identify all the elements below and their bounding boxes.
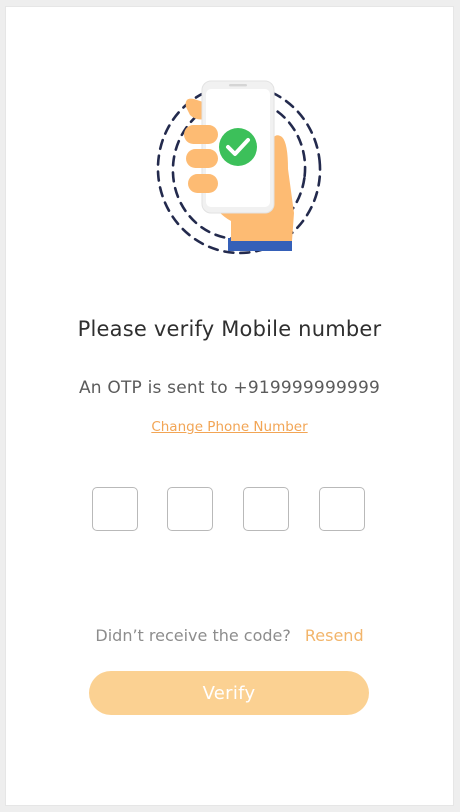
otp-digit-3-input[interactable]: [243, 487, 289, 531]
otp-digit-4-input[interactable]: [319, 487, 365, 531]
otp-verification-card: Please verify Mobile number An OTP is se…: [5, 6, 454, 806]
check-circle-icon: [219, 128, 257, 166]
didnt-receive-text: Didn’t receive the code?: [95, 626, 291, 645]
resend-link[interactable]: Resend: [305, 626, 364, 645]
verify-button[interactable]: Verify: [89, 671, 369, 715]
otp-digit-1-input[interactable]: [92, 487, 138, 531]
change-phone-number-link[interactable]: Change Phone Number: [6, 419, 453, 435]
resend-row: Didn’t receive the code? Resend: [6, 626, 453, 645]
page-title: Please verify Mobile number: [77, 317, 382, 341]
phone-verified-illustration: [156, 80, 322, 255]
hand-fingers: [184, 125, 218, 193]
phone-speaker: [229, 84, 247, 87]
change-phone-number-label[interactable]: Change Phone Number: [151, 419, 307, 435]
otp-sent-message: An OTP is sent to +919999999999: [78, 378, 381, 398]
otp-digit-2-input[interactable]: [167, 487, 213, 531]
